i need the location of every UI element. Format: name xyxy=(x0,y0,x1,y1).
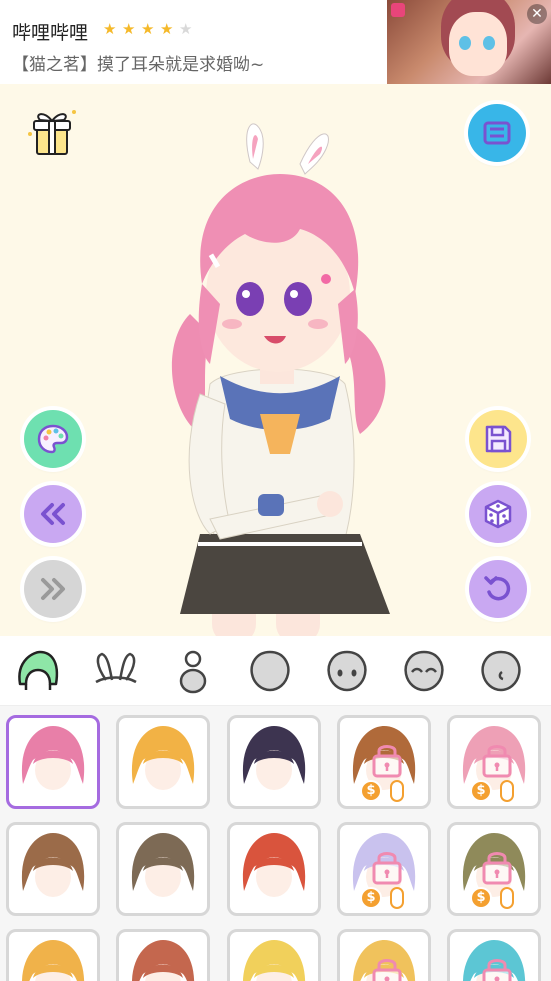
ad-subtitle: 【猫之茗】摸了耳朵就是求婚呦~ xyxy=(12,55,265,75)
category-mouth[interactable] xyxy=(477,648,525,694)
ad-character-face xyxy=(449,12,507,76)
hair-style-preview xyxy=(21,726,85,790)
hair-item[interactable] xyxy=(227,929,321,981)
hair-style-preview xyxy=(132,940,194,981)
hair-item[interactable]: $ xyxy=(447,822,541,916)
save-icon xyxy=(485,425,512,453)
coin-price-badge xyxy=(390,887,404,909)
head-icon xyxy=(250,650,290,692)
hair-item[interactable] xyxy=(6,929,100,981)
lock-icon xyxy=(372,745,402,778)
reset-button[interactable] xyxy=(469,560,527,618)
hair-item[interactable] xyxy=(337,929,431,981)
category-ears[interactable] xyxy=(92,648,140,694)
category-body[interactable] xyxy=(169,648,217,694)
hair-style-preview xyxy=(242,833,306,897)
body-icon xyxy=(179,650,207,694)
star-icon: ★ xyxy=(141,20,155,38)
ad-eye xyxy=(483,36,495,50)
character-preview[interactable] xyxy=(150,114,410,636)
palette-button[interactable] xyxy=(24,410,82,468)
star-icon: ★ xyxy=(103,20,117,38)
hair-item[interactable] xyxy=(227,715,321,809)
category-hair[interactable] xyxy=(14,648,62,694)
hair-item-grid: $ $ $ $ xyxy=(0,706,551,981)
hair-icon xyxy=(18,650,59,690)
hair-item[interactable]: $ xyxy=(337,822,431,916)
ad-thumbnail[interactable]: ✕ xyxy=(387,0,551,84)
closed-eyes-icon xyxy=(404,650,444,692)
ad-banner[interactable]: 哔哩哔哩 ★ ★ ★ ★ ★ 【猫之茗】摸了耳朵就是求婚呦~ ✕ xyxy=(0,0,551,84)
reset-icon xyxy=(484,576,511,601)
step-forward-button[interactable] xyxy=(24,560,82,618)
category-head[interactable] xyxy=(246,648,294,694)
lock-icon xyxy=(372,852,402,885)
double-right-icon xyxy=(41,578,65,600)
coin-icon: $ xyxy=(360,887,382,909)
hair-item[interactable]: $ xyxy=(337,715,431,809)
hair-item[interactable] xyxy=(116,929,210,981)
hair-style-preview xyxy=(242,726,306,790)
coin-price-badge xyxy=(390,780,404,802)
ad-logo-icon xyxy=(391,3,405,17)
gift-icon[interactable] xyxy=(26,106,80,158)
category-eyes[interactable] xyxy=(323,648,371,694)
category-bar xyxy=(0,636,551,706)
random-button[interactable] xyxy=(469,485,527,543)
dice-icon xyxy=(484,499,512,529)
dressup-stage xyxy=(0,84,551,636)
hair-item[interactable] xyxy=(116,822,210,916)
hair-item[interactable] xyxy=(116,715,210,809)
outfit-list-icon xyxy=(483,121,511,145)
hair-item[interactable] xyxy=(227,822,321,916)
step-back-button[interactable] xyxy=(24,485,82,543)
mouth-icon xyxy=(481,650,521,692)
save-button[interactable] xyxy=(469,410,527,468)
hair-item[interactable]: $ xyxy=(447,715,541,809)
lock-icon xyxy=(482,852,512,885)
ad-eye xyxy=(459,36,471,50)
close-icon[interactable]: ✕ xyxy=(527,4,547,24)
coin-icon: $ xyxy=(360,780,382,802)
coin-icon: $ xyxy=(470,887,492,909)
category-eyebrows[interactable] xyxy=(400,648,448,694)
ad-title: 哔哩哔哩 xyxy=(12,22,89,44)
hair-style-preview xyxy=(131,726,195,790)
palette-icon xyxy=(37,424,69,454)
hair-style-preview xyxy=(22,940,84,981)
ad-rating: ★ ★ ★ ★ ★ xyxy=(103,22,194,37)
star-icon: ★ xyxy=(122,20,136,38)
star-icon: ★ xyxy=(160,20,174,38)
hair-style-preview xyxy=(131,833,195,897)
hair-item[interactable] xyxy=(6,822,100,916)
coin-icon: $ xyxy=(470,780,492,802)
hair-item[interactable] xyxy=(447,929,541,981)
outfit-list-button[interactable] xyxy=(468,104,526,162)
double-left-icon xyxy=(41,503,65,525)
lock-icon xyxy=(482,745,512,778)
animal-ears-icon xyxy=(95,652,137,684)
lock-icon xyxy=(372,959,402,981)
eyes-icon xyxy=(327,650,367,692)
coin-price-badge xyxy=(500,780,514,802)
hair-style-preview xyxy=(21,833,85,897)
coin-price-badge xyxy=(500,887,514,909)
hair-item[interactable] xyxy=(6,715,100,809)
star-empty-icon: ★ xyxy=(179,20,193,38)
hair-style-preview xyxy=(243,940,305,981)
lock-icon xyxy=(482,959,512,981)
